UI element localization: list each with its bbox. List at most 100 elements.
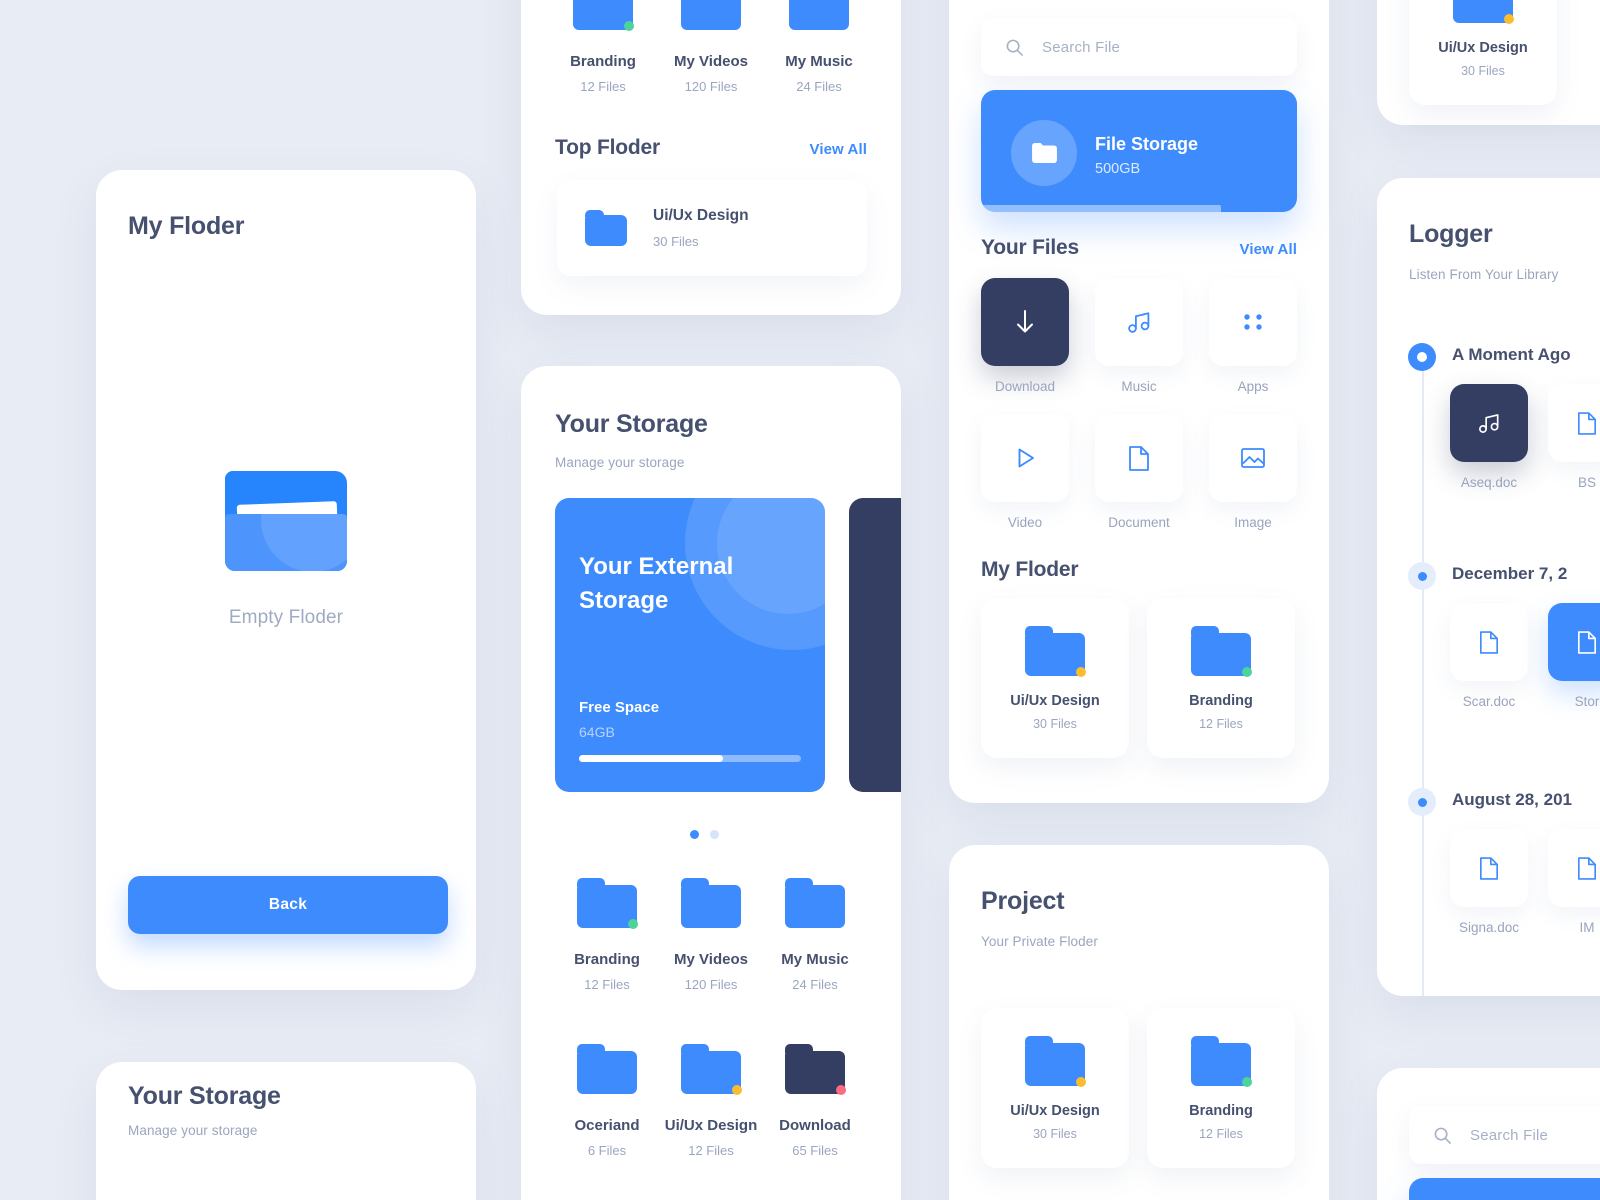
folder-card[interactable]: Ui/Ux Design 30 Files <box>1409 0 1557 105</box>
pager-dot[interactable] <box>710 830 719 839</box>
tile[interactable] <box>1450 603 1528 681</box>
tile[interactable] <box>1209 414 1297 502</box>
timeline-node-active[interactable] <box>1408 343 1436 371</box>
file-type-apps[interactable]: Apps <box>1209 278 1297 394</box>
file-item[interactable]: Stor <box>1548 603 1600 709</box>
tile[interactable] <box>1450 829 1528 907</box>
file-storage-banner[interactable] <box>1409 1178 1600 1200</box>
pager-dot-active[interactable] <box>690 830 699 839</box>
folder-card[interactable]: Ui/Ux Design 30 Files <box>981 598 1129 758</box>
folder-count: 30 Files <box>1033 716 1077 731</box>
folder-card[interactable]: Ui/Ux Design 30 Files <box>981 1008 1129 1168</box>
folder-item[interactable]: My Music 24 Files <box>763 878 867 992</box>
file-type-video[interactable]: Video <box>981 414 1069 530</box>
tile[interactable] <box>1095 414 1183 502</box>
file-type-document[interactable]: Document <box>1095 414 1183 530</box>
folder-item[interactable]: My Videos 120 Files <box>663 0 759 94</box>
folder-row: Branding 12 Files My Videos 120 Files My… <box>555 0 867 94</box>
card-title: Your Storage <box>555 410 708 438</box>
storage-carousel[interactable]: Your External Storage Free Space 64GB <box>521 494 901 794</box>
bottom-right-card: Search File <box>1377 1068 1600 1200</box>
back-button[interactable]: Back <box>128 876 448 934</box>
folder-count: 12 Files <box>1199 1126 1243 1141</box>
folder-icon <box>789 0 849 30</box>
status-dot <box>624 21 634 31</box>
document-page-icon <box>1577 411 1597 436</box>
timeline-node[interactable] <box>1408 562 1436 590</box>
file-type-grid: Download Music Apps Video Document Image <box>981 278 1297 530</box>
status-dot <box>1076 666 1086 677</box>
file-storage-progress <box>981 205 1222 212</box>
folder-item[interactable]: Download 65 Files <box>763 1044 867 1158</box>
file-type-music[interactable]: Music <box>1095 278 1183 394</box>
file-type-download[interactable]: Download <box>981 278 1069 394</box>
top-folder-list-item[interactable]: Ui/Ux Design 30 Files <box>557 180 867 276</box>
carousel-pager[interactable] <box>690 830 719 839</box>
status-dot <box>732 1085 742 1095</box>
file-item[interactable]: Scar.doc <box>1450 603 1528 709</box>
timeline-files: Signa.doc IM <box>1450 829 1600 935</box>
file-storage-banner[interactable]: File Storage 500GB <box>981 90 1297 212</box>
file-item[interactable]: IM <box>1548 829 1600 935</box>
folder-icon <box>1453 0 1514 24</box>
document-page-icon <box>1128 445 1150 472</box>
folder-name: My Videos <box>674 53 748 70</box>
folder-icon <box>1191 625 1252 677</box>
file-item[interactable]: BS <box>1548 384 1600 490</box>
storage-slide-next[interactable] <box>849 498 901 792</box>
tile[interactable] <box>1548 603 1600 681</box>
free-space-value: 64GB <box>579 724 615 740</box>
folder-name: My Music <box>785 53 853 70</box>
tile[interactable] <box>1548 829 1600 907</box>
view-all-link[interactable]: View All <box>810 141 868 158</box>
folder-item[interactable]: My Music 24 Files <box>771 0 867 94</box>
status-dot <box>1076 1076 1086 1087</box>
folder-item[interactable]: Oceriand 6 Files <box>555 1044 659 1158</box>
folder-item[interactable]: Branding 12 Files <box>555 0 651 94</box>
tile[interactable] <box>1548 384 1600 462</box>
folder-grid: Branding 12 Files My Videos 120 Files My… <box>555 878 867 1158</box>
folder-icon <box>1191 1035 1252 1087</box>
file-item[interactable]: Signa.doc <box>1450 829 1528 935</box>
file-type-image[interactable]: Image <box>1209 414 1297 530</box>
section-title: Your Files <box>981 236 1079 259</box>
search-input[interactable]: Search File <box>1409 1106 1600 1164</box>
folder-item[interactable]: Ui/Ux Design 12 Files <box>659 1044 763 1158</box>
top-folder-section-header: Top Floder View All <box>555 136 867 160</box>
folder-icon <box>785 1044 846 1095</box>
file-item[interactable]: Aseq.doc <box>1450 384 1528 490</box>
folder-icon <box>681 878 741 928</box>
tile[interactable] <box>1209 278 1297 366</box>
storage-slide-external[interactable]: Your External Storage Free Space 64GB <box>555 498 825 792</box>
card-title: Project <box>981 887 1065 915</box>
file-name: BS <box>1577 475 1596 490</box>
folder-item[interactable]: My Videos 120 Files <box>659 878 763 992</box>
your-storage-card-bottom: Your Storage Manage your storage <box>96 1062 476 1200</box>
timeline-node[interactable] <box>1408 788 1436 816</box>
empty-state: Empty Floder <box>96 170 476 930</box>
view-all-link[interactable]: View All <box>1240 241 1298 258</box>
search-icon <box>1433 1126 1452 1145</box>
timeline-files: Aseq.doc BS <box>1450 384 1600 490</box>
file-storage-size: 500GB <box>1095 161 1141 177</box>
tile[interactable] <box>1450 384 1528 462</box>
tile[interactable] <box>981 278 1069 366</box>
status-dot <box>628 919 638 929</box>
tile[interactable] <box>981 414 1069 502</box>
folder-name: Ui/Ux Design <box>1010 1102 1100 1119</box>
tile-label: Music <box>1121 379 1157 394</box>
search-input[interactable]: Search File <box>981 18 1297 76</box>
folder-card[interactable]: Branding 12 Files <box>1147 1008 1295 1168</box>
document-page-icon <box>1577 856 1597 881</box>
section-title: Top Floder <box>555 136 660 159</box>
tile[interactable] <box>1095 278 1183 366</box>
storage-progress-fill <box>579 755 724 762</box>
file-name: IM <box>1579 920 1595 935</box>
folder-item[interactable]: Branding 12 Files <box>555 878 659 992</box>
folder-card[interactable]: Branding 12 Files <box>1147 598 1295 758</box>
play-triangle-icon <box>1012 445 1038 471</box>
folder-name: Branding <box>1189 1102 1253 1119</box>
search-placeholder: Search File <box>1042 38 1121 56</box>
folder-icon <box>1011 120 1077 186</box>
folder-count: 12 Files <box>580 79 626 94</box>
